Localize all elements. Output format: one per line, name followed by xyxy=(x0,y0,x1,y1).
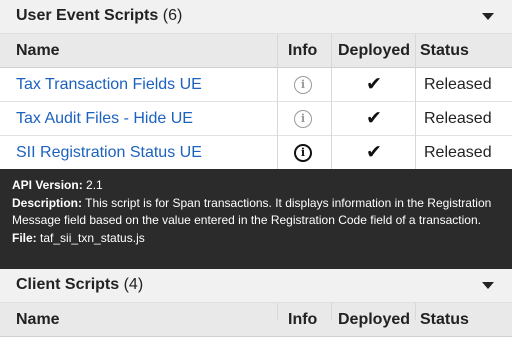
script-name-link[interactable]: SII Registration Status UE xyxy=(16,136,202,170)
status-text: Released xyxy=(424,144,492,161)
column-header-deployed[interactable]: Deployed xyxy=(338,34,410,68)
table-header: Name Info Deployed Status xyxy=(0,34,512,68)
section-title-text: Client Scripts xyxy=(16,276,120,293)
column-divider xyxy=(331,34,332,169)
column-header-info[interactable]: Info xyxy=(288,303,317,337)
table-row: SII Registration Status UE i ✔ Released xyxy=(0,136,512,170)
tooltip-api-version: API Version: 2.1 xyxy=(12,177,502,195)
tooltip-description: Description: This script is for Span tra… xyxy=(12,195,502,230)
status-text: Released xyxy=(424,110,492,127)
script-name-link[interactable]: Tax Audit Files - Hide UE xyxy=(16,102,193,136)
info-tooltip: API Version: 2.1 Description: This scrip… xyxy=(0,169,512,269)
user-event-scripts-header[interactable]: User Event Scripts (6) xyxy=(0,0,512,34)
table-row: Tax Audit Files - Hide UE i ✔ Released xyxy=(0,102,512,136)
column-divider xyxy=(415,303,416,320)
column-divider xyxy=(331,303,332,320)
api-version-value: 2.1 xyxy=(86,178,103,192)
deployed-check-icon: ✔ xyxy=(366,142,382,163)
column-divider xyxy=(415,34,416,169)
section-title: Client Scripts (4) xyxy=(16,276,143,294)
collapse-toggle-icon[interactable] xyxy=(482,282,494,289)
column-header-status[interactable]: Status xyxy=(420,303,469,337)
table-row: Tax Transaction Fields UE i ✔ Released xyxy=(0,68,512,102)
deployed-check-icon: ✔ xyxy=(366,74,382,95)
column-header-name[interactable]: Name xyxy=(16,303,60,337)
file-label: File: xyxy=(12,230,37,245)
column-header-name[interactable]: Name xyxy=(16,34,60,68)
section-count: (6) xyxy=(162,7,183,24)
column-divider xyxy=(277,303,278,320)
tooltip-file: File: taf_sii_txn_status.js xyxy=(12,230,502,248)
section-title-text: User Event Scripts xyxy=(16,7,159,24)
section-count: (4) xyxy=(123,276,144,293)
table-header: Name Info Deployed Status xyxy=(0,303,512,337)
description-value: This script is for Span transactions. It… xyxy=(12,195,492,228)
client-scripts-header[interactable]: Client Scripts (4) xyxy=(0,269,512,303)
info-icon[interactable]: i xyxy=(294,144,312,162)
section-title: User Event Scripts (6) xyxy=(16,7,182,25)
info-icon[interactable]: i xyxy=(294,110,312,128)
api-version-label: API Version: xyxy=(12,178,83,192)
column-header-deployed[interactable]: Deployed xyxy=(338,303,410,337)
info-icon[interactable]: i xyxy=(294,76,312,94)
collapse-toggle-icon[interactable] xyxy=(482,13,494,20)
column-header-info[interactable]: Info xyxy=(288,34,317,68)
description-label: Description: xyxy=(12,195,83,210)
column-divider xyxy=(277,34,278,169)
script-name-link[interactable]: Tax Transaction Fields UE xyxy=(16,68,202,102)
file-value: taf_sii_txn_status.js xyxy=(40,230,145,245)
deployed-check-icon: ✔ xyxy=(366,108,382,129)
status-text: Released xyxy=(424,76,492,93)
column-header-status[interactable]: Status xyxy=(420,34,469,68)
